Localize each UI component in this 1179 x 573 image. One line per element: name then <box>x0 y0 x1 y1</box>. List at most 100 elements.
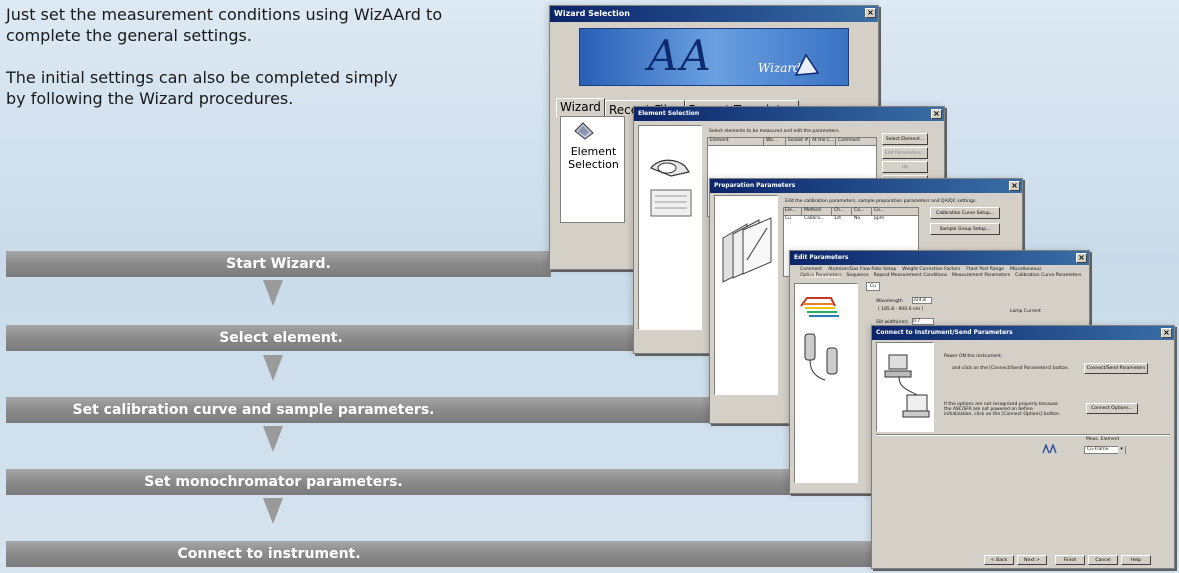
step-label: Start Wizard. <box>226 256 331 272</box>
column-header[interactable]: Co... <box>872 208 896 215</box>
title-bar: Element Selection × <box>634 107 944 121</box>
next-button[interactable]: Next > <box>1017 555 1047 565</box>
chevron-down-icon: ▾ <box>1118 446 1125 454</box>
tab-comment[interactable]: Comment <box>800 267 822 272</box>
select-element-button[interactable]: Select Element... <box>882 133 928 145</box>
table-cell: Cu <box>785 216 791 221</box>
column-header[interactable]: Ca... <box>852 208 872 215</box>
wavelength-range: ( 185.8 - 900.0 nm ) <box>878 307 924 312</box>
power-on-text: Power ON the instrument, <box>944 354 1003 359</box>
step-connect-instrument: Connect to instrument. <box>6 541 872 567</box>
table-cell: 1st <box>834 216 841 221</box>
meas-element-select[interactable]: Cu-Flame ▾ <box>1084 446 1126 454</box>
tab-optics-parameters[interactable]: Optics Parameters <box>800 273 842 278</box>
tab-port-range[interactable]: Ftant Port Range <box>966 267 1004 272</box>
down-arrow-icon <box>263 355 283 381</box>
connect-options-button[interactable]: Connect Options... <box>1086 403 1138 414</box>
tab-sequence[interactable]: Sequence <box>846 273 868 278</box>
wizard-icon-pane <box>876 342 934 432</box>
wizard-icon-pane <box>714 195 778 395</box>
close-button[interactable]: × <box>1009 181 1020 191</box>
meas-element-value: Cu-Flame <box>1087 447 1109 452</box>
wizard-list-pane: Element Selection <box>560 116 625 223</box>
step-label: Select element. <box>219 330 343 346</box>
wavelength-input[interactable]: 324.8 <box>912 297 932 304</box>
cancel-button[interactable]: Cancel <box>1088 555 1118 565</box>
tab-atomizer[interactable]: Atomizer/Gas Flow Rate Setup <box>828 267 896 272</box>
aa-wizard-logo: AA Wizard <box>579 28 849 86</box>
column-header[interactable]: Ch... <box>832 208 852 215</box>
table-cell: ppm <box>874 216 885 221</box>
close-button[interactable]: × <box>931 109 942 119</box>
column-header[interactable]: Ele... <box>784 208 802 215</box>
tab-wizard[interactable]: Wizard <box>556 98 605 117</box>
down-arrow-icon <box>263 498 283 524</box>
table-cell: No <box>854 216 861 221</box>
back-button[interactable]: < Back <box>984 555 1014 565</box>
column-header[interactable]: Socket # <box>786 138 810 145</box>
column-header[interactable]: Comment <box>836 138 876 145</box>
table-cell: Calibra... <box>804 216 825 221</box>
finish-button[interactable]: Finish <box>1055 555 1085 565</box>
hand-keyboard-icon <box>650 159 692 217</box>
tab-row-2: Optics Parameters Sequence Repeat Measur… <box>800 273 1082 278</box>
instruction-text: Edit the calibration parameters, sample … <box>785 199 977 204</box>
title-bar: Connect to Instrument/Send Parameters × <box>872 326 1174 340</box>
wavelength-label: Wavelength <box>876 299 903 304</box>
wizard-icon-pane <box>638 125 702 330</box>
tab-miscellaneous[interactable]: Miscellaneous <box>1010 267 1042 272</box>
step-start-wizard: Start Wizard. <box>6 251 551 277</box>
window-title: Preparation Parameters <box>714 182 796 189</box>
table-row[interactable]: Cu Calibra... 1st No ppm <box>784 216 918 224</box>
tab-measurement-parameters[interactable]: Measurement Parameters <box>952 273 1010 278</box>
tab-repeat-measurement[interactable]: Repeat Measurement Conditions <box>874 273 947 278</box>
step-select-element: Select element. <box>6 325 636 351</box>
divider <box>876 434 1170 436</box>
calibration-frames-icon <box>722 217 772 283</box>
help-button[interactable]: Help <box>1121 555 1151 565</box>
meas-element-label: Meas. Element <box>1086 437 1120 442</box>
window-title: Connect to Instrument/Send Parameters <box>876 329 1013 336</box>
edit-parameters-button[interactable]: Edit Parameters... <box>882 147 928 159</box>
wizard-icon-pane <box>794 283 858 483</box>
logo-aa-text: AA <box>648 31 713 80</box>
element-tab-cu[interactable]: Cu <box>866 282 880 291</box>
intro-line-4: by following the Wizard procedures. <box>6 89 294 108</box>
window-title: Element Selection <box>638 110 700 117</box>
sample-group-setup-button[interactable]: Sample Group Setup... <box>930 223 1000 235</box>
calibration-curve-setup-button[interactable]: Calibration Curve Setup... <box>930 207 1000 219</box>
instruction-text: Select elements to be measured and edit … <box>709 129 840 134</box>
close-button[interactable]: × <box>1161 328 1172 338</box>
connect-send-parameters-button[interactable]: Connect/Send Parameters <box>1084 363 1148 374</box>
step-label: Connect to instrument. <box>177 546 361 562</box>
tab-weight-correction[interactable]: Weight Correction Factors <box>902 267 960 272</box>
intro-line-3: The initial settings can also be complet… <box>6 68 398 87</box>
down-arrow-icon <box>263 426 283 452</box>
optics-lamp-icon <box>800 297 839 381</box>
tab-calibration-curve[interactable]: Calibration Curve Parameters <box>1015 273 1081 278</box>
element-selection-label[interactable]: Element Selection <box>561 145 626 171</box>
title-bar: Wizard Selection × <box>550 6 878 22</box>
close-button[interactable]: × <box>1076 253 1087 263</box>
close-button[interactable]: × <box>865 8 876 18</box>
slit-width-select[interactable]: 0.7 <box>912 318 934 325</box>
column-header[interactable]: Element <box>708 138 764 145</box>
intro-line-2: complete the general settings. <box>6 26 252 45</box>
step-label: Set monochromator parameters. <box>144 474 403 490</box>
column-header[interactable]: Wa... <box>764 138 786 145</box>
intro-text: Just set the measurement conditions usin… <box>6 4 526 130</box>
options-note-line-3: initialization, click on the [Connect Op… <box>944 412 1061 417</box>
column-header[interactable]: At the C... <box>810 138 836 145</box>
parameter-list-header: Ele... Method Ch... Ca... Co... <box>784 208 918 216</box>
element-selection-icon[interactable] <box>573 121 595 141</box>
step-set-monochromator: Set monochromator parameters. <box>6 469 791 495</box>
wizard-hat-icon <box>794 53 820 76</box>
window-title: Edit Parameters <box>794 254 849 261</box>
title-bar: Edit Parameters × <box>790 251 1089 265</box>
connect-instrument-window: Connect to Instrument/Send Parameters × … <box>871 325 1175 569</box>
computer-instrument-icon <box>884 354 930 418</box>
column-header[interactable]: Method <box>802 208 832 215</box>
down-arrow-icon <box>263 280 283 306</box>
up-button[interactable]: Up <box>882 161 928 173</box>
tab-row-1: Comment Atomizer/Gas Flow Rate Setup Wei… <box>800 267 1042 272</box>
